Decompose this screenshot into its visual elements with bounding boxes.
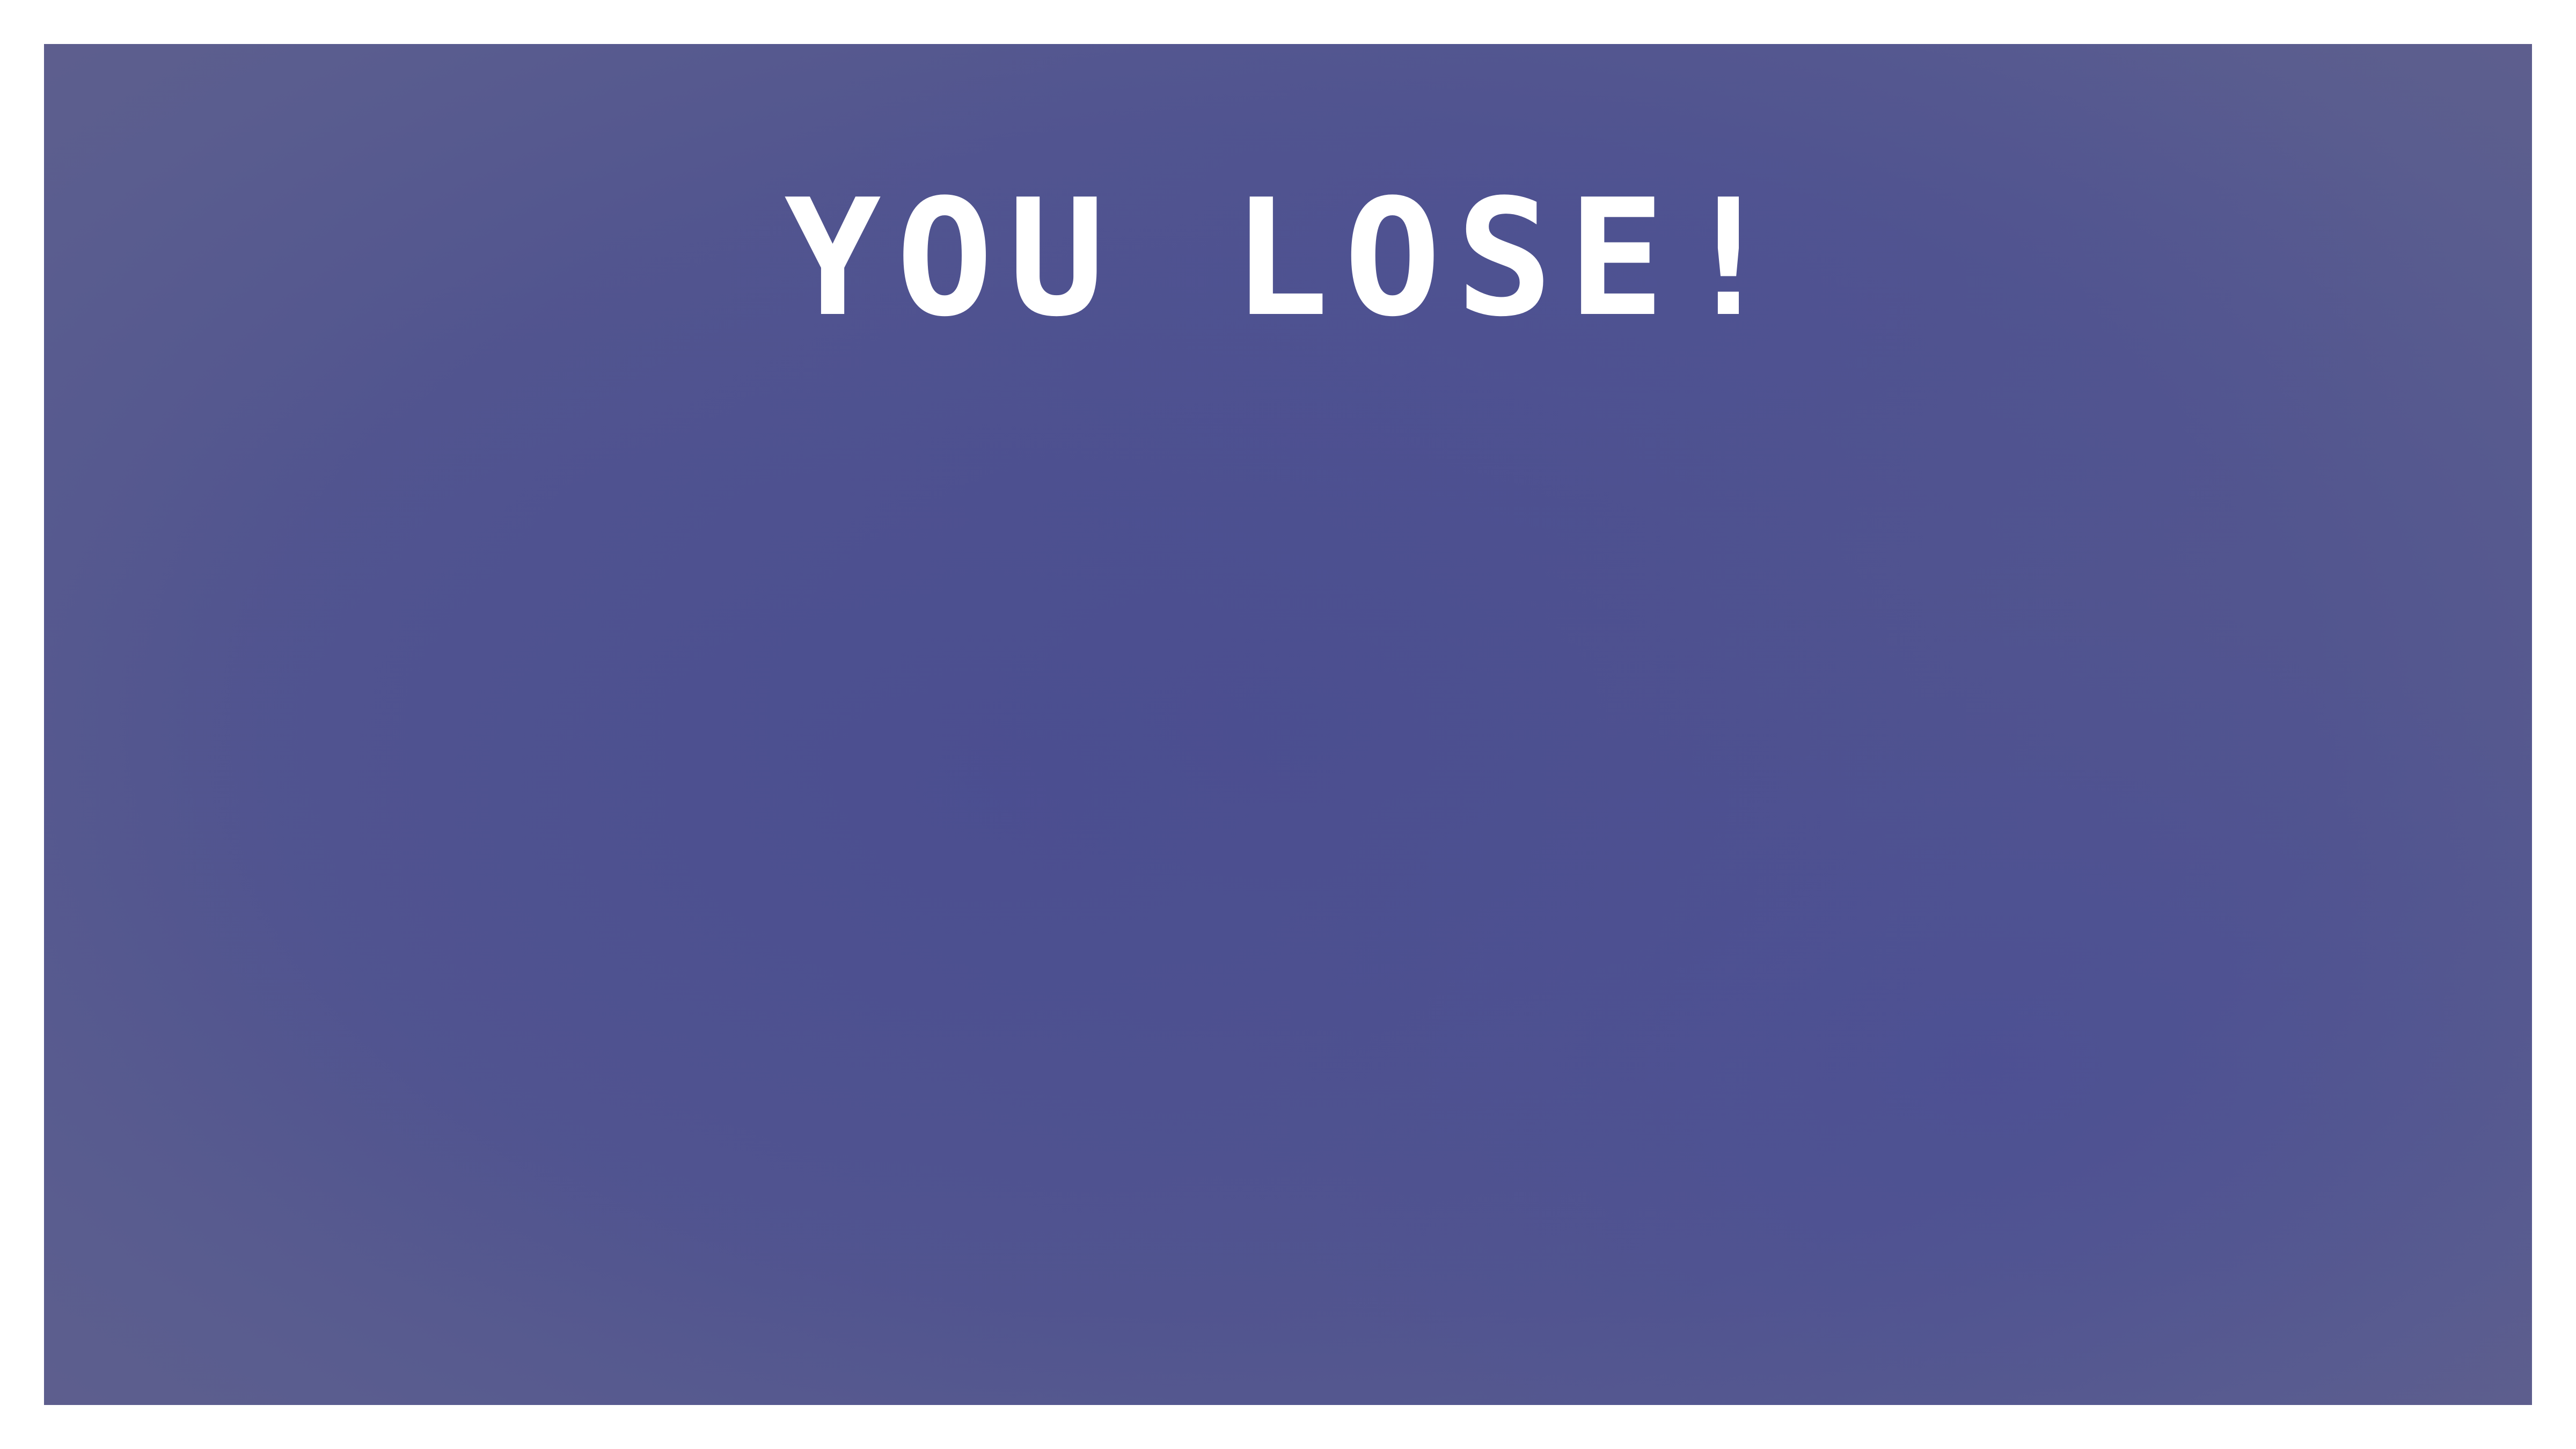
page-frame: YOU LOSE!: [0, 0, 2576, 1449]
game-over-title: YOU LOSE!: [784, 165, 1792, 352]
game-over-screen: YOU LOSE!: [44, 44, 2532, 1405]
